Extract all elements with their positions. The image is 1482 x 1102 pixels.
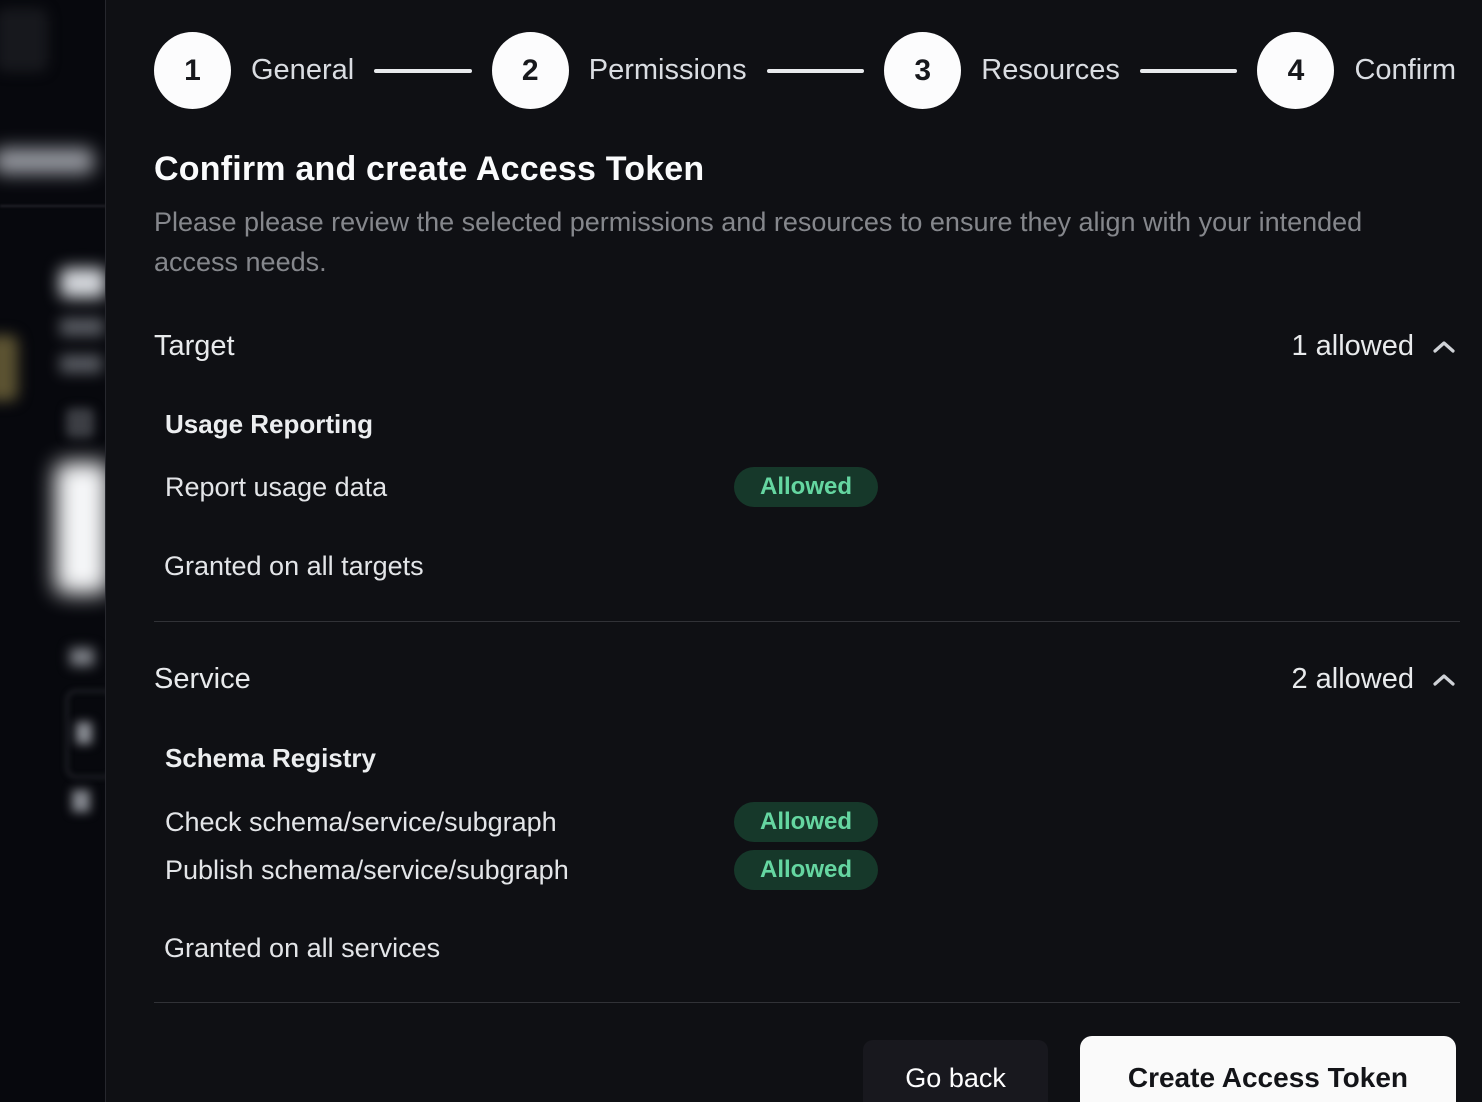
- page-title: Confirm and create Access Token: [154, 150, 1456, 189]
- service-section-body: Schema Registry Check schema/service/sub…: [154, 743, 1456, 890]
- blurred-label: [76, 722, 92, 744]
- blurred-label: [70, 648, 94, 666]
- allowed-count: 1 allowed: [1291, 330, 1414, 363]
- step-resources[interactable]: 3 Resources: [884, 32, 1120, 109]
- section-title: Service: [154, 663, 251, 696]
- blurred-text-line: [60, 355, 102, 373]
- blurred-text-line: [60, 318, 104, 336]
- blurred-accent-block: [0, 335, 18, 401]
- create-access-token-modal: 1 General 2 Permissions 3 Resources 4 Co…: [105, 0, 1482, 1102]
- footer-actions: Go back Create Access Token: [154, 1036, 1456, 1102]
- blurred-label: [72, 790, 90, 812]
- step-confirm[interactable]: 4 Confirm: [1257, 32, 1456, 109]
- permission-group-name: Schema Registry: [165, 743, 1456, 774]
- blurred-logo: [0, 8, 48, 72]
- step-connector: [767, 69, 865, 73]
- status-badge: Allowed: [734, 802, 878, 842]
- blurred-backdrop: [0, 0, 106, 1102]
- wizard-stepper: 1 General 2 Permissions 3 Resources 4 Co…: [154, 32, 1456, 109]
- permission-list: Check schema/service/subgraph Allowed Pu…: [165, 802, 1456, 890]
- service-section-toggle[interactable]: 2 allowed: [1291, 663, 1456, 696]
- status-badge: Allowed: [734, 850, 878, 890]
- footer-divider: [154, 1002, 1460, 1003]
- permission-group-name: Usage Reporting: [165, 409, 1456, 440]
- screen: 1 General 2 Permissions 3 Resources 4 Co…: [0, 0, 1482, 1102]
- step-number-circle: 3: [884, 32, 961, 109]
- target-section-toggle[interactable]: 1 allowed: [1291, 330, 1456, 363]
- blurred-icon-box: [66, 408, 94, 438]
- step-label: Permissions: [589, 54, 747, 87]
- step-number-circle: 4: [1257, 32, 1334, 109]
- step-label: Confirm: [1354, 54, 1456, 87]
- permission-label: Report usage data: [165, 472, 734, 503]
- section-title: Target: [154, 330, 235, 363]
- step-connector: [1140, 69, 1238, 73]
- blurred-nav-item: [0, 148, 94, 174]
- allowed-count: 2 allowed: [1291, 663, 1414, 696]
- create-access-token-button[interactable]: Create Access Token: [1080, 1036, 1456, 1102]
- granted-note: Granted on all targets: [154, 551, 1456, 582]
- go-back-button[interactable]: Go back: [863, 1040, 1048, 1102]
- granted-note: Granted on all services: [154, 933, 1456, 964]
- step-number-circle: 1: [154, 32, 231, 109]
- section-divider: [154, 621, 1460, 622]
- step-permissions[interactable]: 2 Permissions: [492, 32, 747, 109]
- permission-label: Publish schema/service/subgraph: [165, 855, 734, 886]
- blurred-white-button: [55, 462, 109, 594]
- page-description: Please please review the selected permis…: [154, 202, 1384, 282]
- step-connector: [374, 69, 472, 73]
- blurred-heading: [60, 268, 106, 298]
- target-section-header: Target 1 allowed: [154, 330, 1456, 363]
- blurred-divider: [0, 205, 106, 207]
- chevron-up-icon[interactable]: [1432, 339, 1456, 355]
- permission-list: Report usage data Allowed: [165, 467, 1456, 507]
- step-label: General: [251, 54, 354, 87]
- permission-label: Check schema/service/subgraph: [165, 807, 734, 838]
- step-general[interactable]: 1 General: [154, 32, 354, 109]
- step-label: Resources: [981, 54, 1120, 87]
- chevron-up-icon[interactable]: [1432, 672, 1456, 688]
- target-section-body: Usage Reporting Report usage data Allowe…: [154, 409, 1456, 507]
- service-section-header: Service 2 allowed: [154, 663, 1456, 696]
- status-badge: Allowed: [734, 467, 878, 507]
- step-number-circle: 2: [492, 32, 569, 109]
